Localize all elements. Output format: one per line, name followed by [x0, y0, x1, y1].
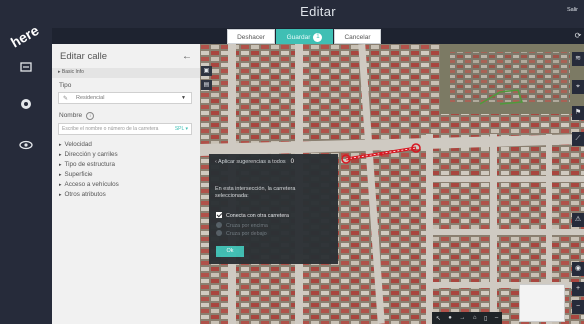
intersection-prompt: En esta intersección, la carretera selec…	[215, 186, 296, 199]
road-type-value: Residencial	[76, 95, 105, 101]
zoom-out-icon[interactable]: −	[572, 300, 584, 314]
pin-icon[interactable]: ⚑	[572, 106, 584, 120]
satellite-icon[interactable]: ⌖	[572, 80, 584, 94]
suggestion-count: 0	[290, 159, 294, 165]
feedback-icon[interactable]	[19, 97, 33, 111]
save-label: Guardar	[286, 34, 311, 41]
minimap[interactable]	[519, 284, 565, 322]
checkbox-checked-icon[interactable]	[216, 212, 222, 218]
edit-mode-icon[interactable]	[19, 60, 33, 74]
expand-arrow-icon: ▸	[59, 192, 62, 198]
undo-button[interactable]: Deshacer	[227, 29, 275, 44]
top-bar: Editar Salir	[52, 0, 584, 28]
map-legend-icon[interactable]: ▤	[201, 80, 212, 90]
trash-icon[interactable]: ▯	[484, 315, 487, 322]
info-icon[interactable]: i	[86, 112, 95, 120]
chevron-down-icon: ▼	[181, 95, 186, 101]
expand-arrow-icon: ▸	[59, 182, 62, 188]
edit-road-panel: Editar calle ← ▸ Basic Info Tipo ✎ Resid…	[52, 44, 200, 324]
left-rail: here	[0, 0, 52, 324]
svg-text:here: here	[8, 22, 40, 50]
option-label: Cruza por encima	[226, 223, 268, 229]
arrow-icon[interactable]: →	[459, 315, 465, 321]
here-logo[interactable]: here	[6, 20, 40, 50]
section-label: Otros atributos	[64, 191, 106, 198]
option-crosses-over[interactable]: Cruza por encima	[216, 222, 268, 229]
warning-icon[interactable]: ⚠	[572, 213, 584, 227]
zoom-in-icon[interactable]: +	[572, 282, 584, 296]
pencil-icon: ✎	[63, 96, 69, 102]
option-crosses-under[interactable]: Cruza por debajo	[216, 230, 267, 237]
expand-arrow-icon: ▸	[59, 152, 62, 158]
back-arrow-icon[interactable]: ←	[182, 51, 192, 62]
section-structure[interactable]: ▸ Tipo de estructura	[59, 161, 115, 168]
locate-icon[interactable]: ◉	[572, 262, 584, 276]
lock-icon[interactable]: ⌂	[473, 315, 477, 321]
radio-icon[interactable]	[216, 222, 222, 228]
name-label: Nombre	[59, 112, 83, 119]
expand-arrow-icon: ▸	[59, 172, 62, 178]
type-label: Tipo	[59, 82, 72, 89]
save-count-badge: 1	[313, 33, 323, 42]
road-name-placeholder: Escribe el nombre o número de la carrete…	[62, 126, 159, 132]
basic-info-header[interactable]: ▸ Basic Info	[52, 68, 200, 78]
radio-icon[interactable]	[216, 230, 222, 236]
edit-actions: Deshacer Guardar 1 Cancelar	[227, 29, 381, 44]
section-label: Acceso a vehículos	[64, 181, 119, 188]
ok-button[interactable]: Ok	[216, 246, 244, 257]
section-speed[interactable]: ▸ Velocidad	[59, 141, 92, 148]
option-label: Cruza por debajo	[226, 231, 267, 237]
section-surface[interactable]: ▸ Superficie	[59, 171, 93, 178]
app-title: Editar	[300, 4, 336, 19]
basic-info-label: ▸ Basic Info	[58, 69, 84, 75]
section-label: Dirección y carriles	[64, 151, 118, 158]
option-connects[interactable]: Conecta con otra carretera	[216, 212, 289, 219]
layers-icon[interactable]: ≋	[572, 52, 584, 66]
apply-suggestions-link[interactable]: ‹ Aplicar sugerencias a todos 0	[215, 159, 294, 165]
expand-arrow-icon: ▸	[59, 162, 62, 168]
dash-icon[interactable]: –	[495, 315, 498, 321]
section-other-attributes[interactable]: ▸ Otros atributos	[59, 191, 106, 198]
section-label: Superficie	[64, 171, 93, 178]
road-name-input[interactable]: Escribe el nombre o número de la carrete…	[58, 123, 192, 135]
section-direction-lanes[interactable]: ▸ Dirección y carriles	[59, 151, 118, 158]
save-button[interactable]: Guardar 1	[276, 29, 333, 44]
cancel-button[interactable]: Cancelar	[334, 29, 381, 44]
panel-title: Editar calle	[60, 51, 107, 62]
section-label: Velocidad	[64, 141, 92, 148]
road-type-select[interactable]: ✎ Residencial ▼	[58, 92, 192, 104]
node-icon[interactable]: ●	[448, 315, 452, 321]
bottom-toolbar: ↖ ● → ⌂ ▯ –	[432, 312, 502, 324]
section-label: Tipo de estructura	[64, 161, 116, 168]
apply-suggestions-label: ‹ Aplicar sugerencias a todos	[215, 159, 286, 165]
refresh-icon[interactable]: ⟳	[572, 29, 584, 43]
logout-link[interactable]: Salir	[567, 7, 578, 13]
option-label: Conecta con otra carretera	[226, 213, 290, 219]
name-label-row: Nombre i	[59, 112, 95, 120]
language-select[interactable]: SPL ▾	[175, 124, 188, 135]
cursor-icon[interactable]: ↖	[436, 315, 441, 322]
view-icon[interactable]	[19, 138, 33, 152]
ruler-icon[interactable]: ⟋	[572, 132, 584, 146]
section-vehicle-access[interactable]: ▸ Acceso a vehículos	[59, 181, 119, 188]
map-filter-icon[interactable]: ▣	[201, 66, 212, 76]
expand-arrow-icon: ▸	[59, 142, 62, 148]
intersection-dialog: ‹ Aplicar sugerencias a todos 0 En esta i…	[209, 154, 338, 264]
